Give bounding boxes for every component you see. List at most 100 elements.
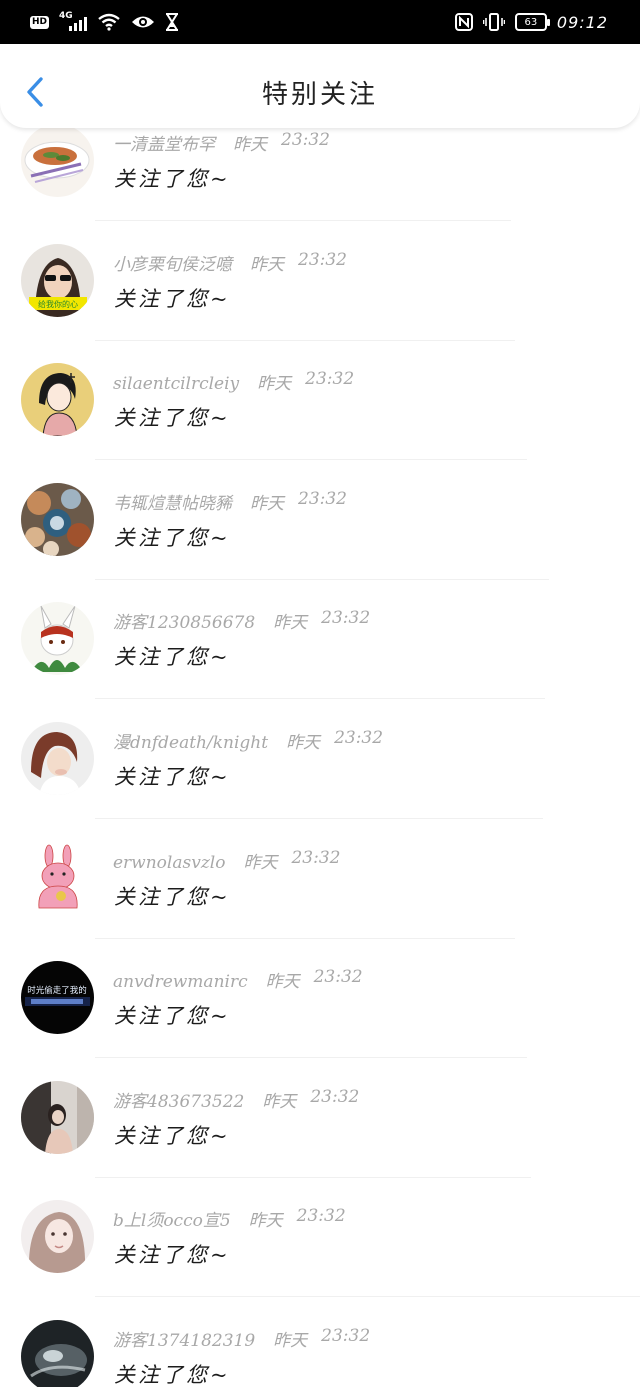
item-meta: b上l须occo宣5 昨天 23:32 bbox=[113, 1206, 346, 1231]
list-item[interactable]: 游客1230856678 昨天 23:32 关注了您~ bbox=[0, 588, 640, 708]
item-day: 昨天 bbox=[250, 254, 284, 275]
item-meta: anvdrewmanirc 昨天 23:32 bbox=[113, 967, 363, 992]
username[interactable]: 游客483673522 bbox=[113, 1087, 244, 1112]
status-time: 09:12 bbox=[556, 12, 608, 32]
nav-bar: 特别关注 bbox=[0, 44, 640, 128]
divider bbox=[95, 1176, 531, 1178]
list-item[interactable]: silaentcilrcleiy 昨天 23:32 关注了您~ bbox=[0, 349, 640, 469]
item-time: 23:32 bbox=[321, 608, 371, 629]
avatar-caption: 时光偷走了我的 bbox=[27, 985, 87, 996]
avatar[interactable] bbox=[21, 721, 94, 795]
wifi-icon bbox=[98, 13, 120, 31]
avatar[interactable] bbox=[21, 602, 94, 676]
item-day: 昨天 bbox=[273, 1330, 308, 1351]
item-meta: 游客1230856678 昨天 23:32 bbox=[113, 608, 370, 633]
hd-icon: HD bbox=[30, 15, 50, 29]
item-message: 关注了您~ bbox=[114, 1123, 231, 1148]
item-message: 关注了您~ bbox=[114, 286, 231, 311]
item-message: 关注了您~ bbox=[114, 406, 231, 431]
divider bbox=[95, 578, 549, 580]
item-time: 23:32 bbox=[296, 1206, 346, 1227]
divider bbox=[95, 1296, 640, 1298]
item-meta: 一清盖堂布罕 昨天 23:32 bbox=[113, 130, 330, 155]
item-message: 关注了您~ bbox=[114, 1243, 231, 1268]
item-time: 23:32 bbox=[291, 847, 341, 868]
item-time: 23:32 bbox=[305, 369, 355, 390]
username[interactable]: 小彦栗旬侯泛噫 bbox=[113, 250, 232, 275]
item-message: 关注了您~ bbox=[114, 884, 231, 909]
list-item[interactable]: 游客483673522 昨天 23:32 关注了您~ bbox=[0, 1067, 640, 1187]
page-title: 特别关注 bbox=[261, 80, 378, 110]
avatar[interactable] bbox=[21, 1319, 94, 1387]
divider bbox=[95, 220, 511, 221]
divider bbox=[95, 339, 515, 341]
item-day: 昨天 bbox=[286, 732, 321, 753]
item-time: 23:32 bbox=[313, 967, 363, 988]
item-day: 昨天 bbox=[262, 1091, 297, 1112]
item-message: 关注了您~ bbox=[114, 525, 231, 550]
item-message: 关注了您~ bbox=[114, 167, 231, 191]
avatar[interactable] bbox=[21, 363, 94, 437]
item-day: 昨天 bbox=[233, 135, 267, 155]
avatar[interactable] bbox=[21, 1080, 94, 1154]
item-day: 昨天 bbox=[257, 374, 292, 395]
divider bbox=[95, 817, 543, 819]
username[interactable]: silaentcilrcleiy bbox=[113, 374, 239, 394]
divider bbox=[95, 937, 515, 939]
notification-list[interactable]: 一清盖堂布罕 昨天 23:32 关注了您~ 给我你的心 小彦栗旬侯泛噫 昨天 2… bbox=[0, 128, 640, 1387]
divider bbox=[95, 459, 527, 461]
list-item[interactable]: 漫dnfdeath/knight 昨天 23:32 关注了您~ bbox=[0, 708, 640, 828]
avatar-caption: 给我你的心 bbox=[38, 299, 78, 309]
battery-icon: 63 bbox=[514, 13, 550, 31]
item-meta: 游客483673522 昨天 23:32 bbox=[113, 1087, 359, 1112]
username[interactable]: 一清盖堂布罕 bbox=[113, 130, 215, 155]
list-item[interactable]: 时光偷走了我的 anvdrewmanirc 昨天 23:32 关注了您~ bbox=[0, 947, 640, 1067]
item-day: 昨天 bbox=[273, 613, 308, 634]
list-item[interactable]: b上l须occo宣5 昨天 23:32 关注了您~ bbox=[0, 1186, 640, 1306]
item-day: 昨天 bbox=[265, 972, 300, 993]
avatar[interactable] bbox=[21, 841, 94, 915]
username[interactable]: 游客1230856678 bbox=[113, 608, 255, 633]
avatar[interactable]: 时光偷走了我的 bbox=[21, 961, 94, 1035]
item-meta: silaentcilrcleiy 昨天 23:32 bbox=[113, 369, 354, 394]
list-item[interactable]: erwnolasvzlo 昨天 23:32 关注了您~ bbox=[0, 828, 640, 948]
nfc-icon bbox=[454, 13, 473, 31]
item-time: 23:32 bbox=[334, 727, 384, 748]
signal-icon: 4G bbox=[59, 11, 88, 33]
username[interactable]: erwnolasvzlo bbox=[113, 853, 225, 873]
list-item[interactable]: 给我你的心 小彦栗旬侯泛噫 昨天 23:32 关注了您~ bbox=[0, 230, 640, 350]
item-time: 23:32 bbox=[310, 1086, 360, 1107]
username[interactable]: 韦辄煊慧帖晓豨 bbox=[113, 489, 232, 514]
status-right: 63 09:12 bbox=[454, 0, 608, 44]
eye-icon bbox=[132, 16, 155, 28]
divider bbox=[95, 698, 545, 700]
item-message: 关注了您~ bbox=[114, 764, 231, 789]
item-time: 23:32 bbox=[321, 1325, 371, 1346]
item-message: 关注了您~ bbox=[114, 1004, 231, 1029]
item-meta: 漫dnfdeath/knight 昨天 23:32 bbox=[113, 728, 383, 753]
item-meta: 小彦栗旬侯泛噫 昨天 23:32 bbox=[113, 250, 347, 275]
list-item[interactable]: 一清盖堂布罕 昨天 23:32 关注了您~ bbox=[0, 128, 640, 230]
vibrate-icon bbox=[482, 13, 505, 31]
item-day: 昨天 bbox=[243, 852, 278, 873]
item-meta: 韦辄煊慧帖晓豨 昨天 23:32 bbox=[113, 489, 347, 514]
item-time: 23:32 bbox=[281, 130, 330, 150]
item-meta: 游客1374182319 昨天 23:32 bbox=[113, 1326, 370, 1351]
item-day: 昨天 bbox=[248, 1211, 283, 1232]
list-item[interactable]: 游客1374182319 昨天 23:32 关注了您~ bbox=[0, 1306, 640, 1387]
username[interactable]: 游客1374182319 bbox=[113, 1326, 255, 1351]
status-left: HD 4G bbox=[30, 0, 179, 44]
hourglass-icon bbox=[166, 13, 179, 31]
username[interactable]: anvdrewmanirc bbox=[113, 972, 248, 992]
avatar[interactable]: 给我你的心 bbox=[21, 243, 94, 317]
avatar[interactable] bbox=[21, 482, 94, 556]
avatar[interactable] bbox=[21, 128, 94, 197]
item-time: 23:32 bbox=[298, 488, 347, 509]
list-item[interactable]: 韦辄煊慧帖晓豨 昨天 23:32 关注了您~ bbox=[0, 469, 640, 589]
item-time: 23:32 bbox=[298, 249, 347, 270]
avatar[interactable] bbox=[21, 1200, 94, 1274]
item-meta: erwnolasvzlo 昨天 23:32 bbox=[113, 848, 340, 873]
item-day: 昨天 bbox=[250, 493, 284, 514]
username[interactable]: b上l须occo宣5 bbox=[113, 1206, 231, 1231]
username[interactable]: 漫dnfdeath/knight bbox=[113, 728, 268, 753]
